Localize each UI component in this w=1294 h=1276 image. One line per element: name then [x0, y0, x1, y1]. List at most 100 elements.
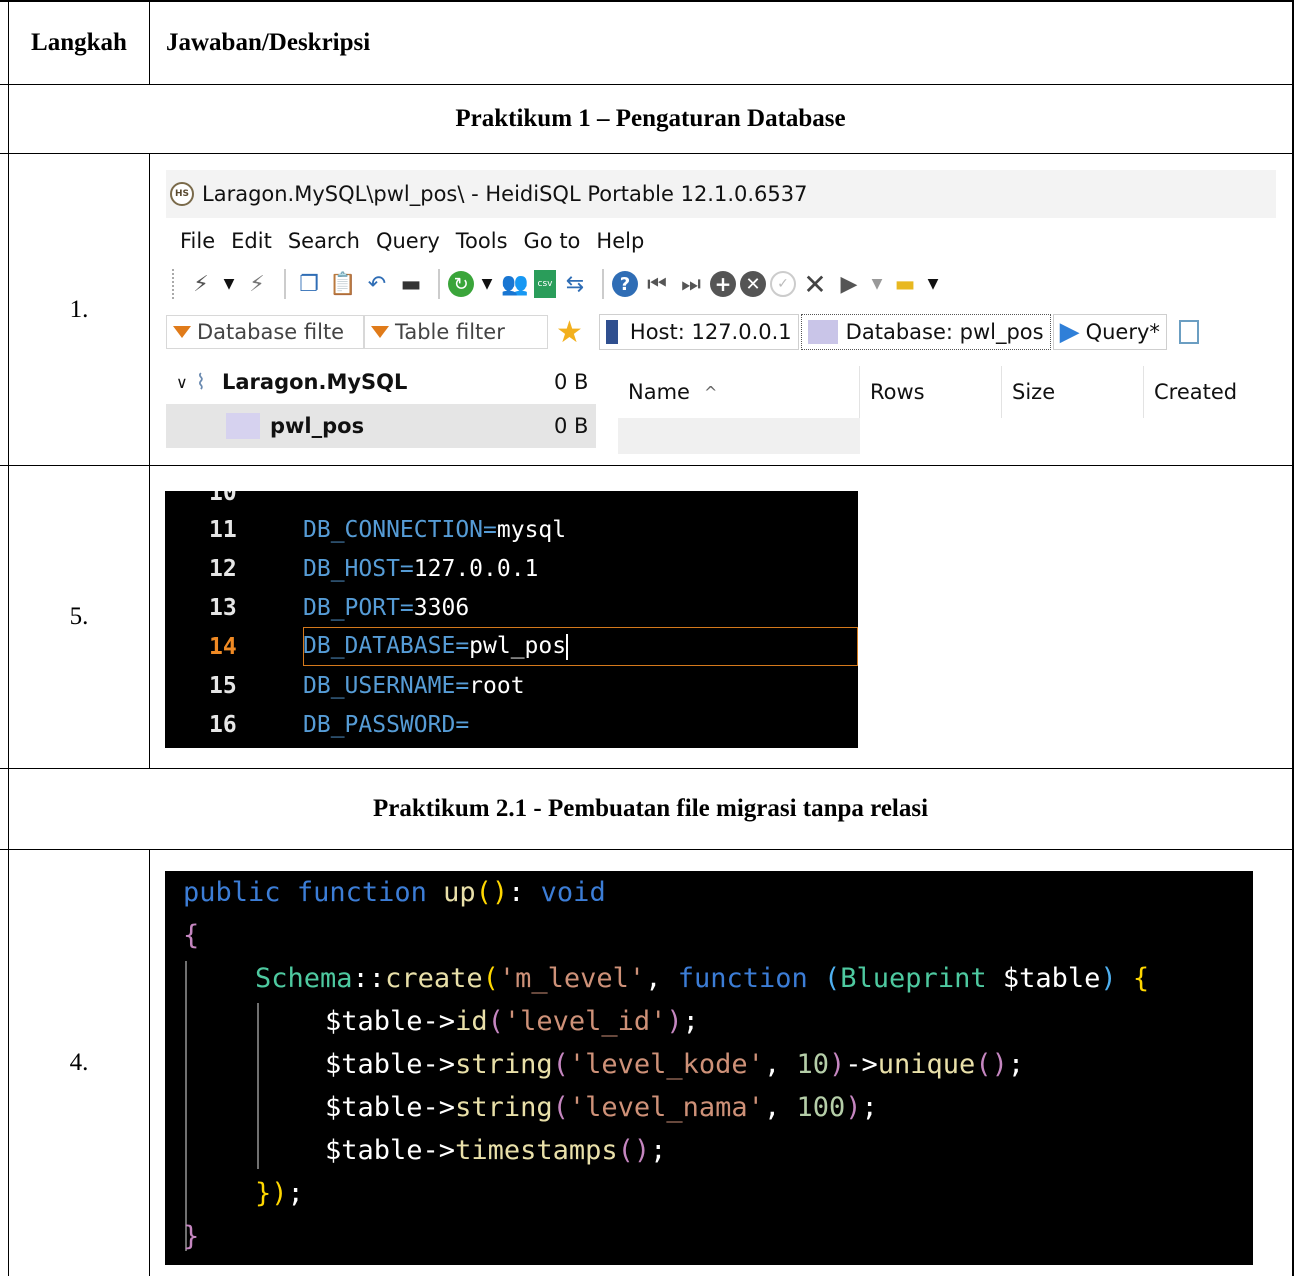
menu-tools[interactable]: Tools — [456, 229, 508, 253]
env-line: 16 DB_PASSWORD= — [165, 705, 858, 744]
transfer-icon[interactable]: ⇆ — [560, 269, 590, 299]
cancel-icon[interactable]: ✕ — [800, 268, 830, 301]
menu-edit[interactable]: Edit — [231, 229, 272, 253]
column-header-name[interactable]: Name ^ — [618, 366, 860, 418]
last-record-icon[interactable]: ⏭ — [676, 269, 706, 299]
env-key: DB_DATABASE= — [303, 633, 470, 660]
toolbar-separator — [284, 269, 286, 299]
env-value: mysql — [496, 516, 567, 543]
menu-goto[interactable]: Go to — [524, 229, 581, 253]
column-header-size[interactable]: Size — [1002, 366, 1144, 418]
code-line: $table -> id('level_id'); — [325, 1000, 699, 1043]
chevron-down-icon[interactable]: ▼ — [220, 269, 238, 299]
env-line: 13 DB_PORT=3306 — [165, 588, 858, 627]
line-number: 15 — [209, 672, 237, 699]
new-query-icon[interactable] — [1178, 320, 1199, 344]
tree-server-label: Laragon.MySQL — [221, 370, 408, 394]
php-code-screenshot: public function up(): void { Schema:: cre… — [165, 871, 1253, 1265]
code-token: () — [975, 1049, 1008, 1080]
disconnect-icon[interactable]: ⚡ — [242, 269, 272, 299]
step-number: 1. — [69, 295, 89, 323]
code-token: ) — [1100, 963, 1117, 994]
tree-item-server[interactable]: ∨ ⌇ Laragon.MySQL 0 B — [166, 360, 596, 404]
star-icon[interactable]: ★ — [556, 315, 583, 350]
menu-help[interactable]: Help — [596, 229, 644, 253]
code-token: :: — [352, 963, 386, 994]
window-titlebar: HS Laragon.MySQL\pwl_pos\ - HeidiSQL Por… — [166, 170, 1276, 218]
env-key: DB_PASSWORD= — [303, 711, 470, 738]
menu-search[interactable]: Search — [288, 229, 360, 253]
code-token: ; — [682, 1006, 699, 1037]
code-token: 'level_kode' — [568, 1049, 764, 1080]
export-csv-icon[interactable]: csv — [534, 270, 556, 298]
code-token: up — [443, 877, 476, 908]
code-token: , — [763, 1049, 797, 1080]
database-filter-input[interactable]: Database filte — [166, 315, 364, 349]
copy-icon[interactable]: ❐ — [294, 269, 324, 299]
user-manager-icon[interactable]: 👥 — [500, 269, 530, 299]
menubar: File Edit Search Query Tools Go to Help — [166, 224, 646, 258]
table-list-header: Name ^ Rows Size Created — [618, 366, 1276, 418]
column-rows-label: Rows — [870, 380, 925, 404]
connect-icon[interactable]: ⚡ — [186, 269, 216, 299]
column-created-label: Created — [1154, 380, 1238, 404]
header-description: Jawaban/Deskripsi — [166, 29, 371, 56]
help-icon[interactable]: ? — [612, 271, 638, 297]
code-token: ; — [287, 1178, 304, 1209]
code-token: ( — [552, 1092, 569, 1123]
undo-icon[interactable]: ↶ — [362, 269, 392, 299]
code-token: -> — [422, 1135, 456, 1166]
dolphin-icon: ⌇ — [195, 370, 206, 394]
menu-query[interactable]: Query — [376, 229, 440, 253]
apply-icon[interactable]: ✓ — [770, 271, 796, 297]
tab-database[interactable]: Database: pwl_pos — [800, 314, 1051, 350]
table-border — [0, 153, 1294, 154]
tab-query-label: Query* — [1085, 320, 1160, 344]
filter-icon — [173, 326, 191, 338]
code-line: $table -> string('level_kode', 10) -> unique… — [325, 1043, 1024, 1086]
tab-query[interactable]: ▶ Query* — [1052, 314, 1167, 350]
run-icon[interactable]: ▶ — [834, 269, 864, 299]
code-token: 10 — [796, 1049, 829, 1080]
heidisql-screenshot: HS Laragon.MySQL\pwl_pos\ - HeidiSQL Por… — [166, 170, 1276, 454]
code-token: ) — [845, 1092, 862, 1123]
column-header-rows[interactable]: Rows — [860, 366, 1002, 418]
code-line: $table -> string('level_nama', 100); — [325, 1086, 878, 1129]
code-token: ; — [650, 1135, 667, 1166]
tree-item-database[interactable]: pwl_pos 0 B — [166, 404, 596, 448]
filter-bar: Database filte Table filter ★ Host: 127.… — [166, 312, 1276, 352]
database-icon — [226, 413, 260, 439]
code-token: Blueprint — [840, 963, 987, 994]
code-token: 'level_nama' — [568, 1092, 764, 1123]
env-line: 10 — [165, 491, 858, 512]
chevron-down-icon[interactable]: ▼ — [478, 269, 496, 299]
section-title: Praktikum 2.1 - Pembuatan file migrasi t… — [372, 795, 929, 822]
add-icon[interactable]: + — [710, 271, 736, 297]
tab-host[interactable]: Host: 127.0.0.1 — [598, 314, 799, 350]
step-number: 4. — [69, 1049, 89, 1076]
column-header-created[interactable]: Created — [1144, 366, 1276, 418]
toolbar: ⚡ ▼ ⚡ ❐ 📋 ↶ ▬ ↻ ▼ 👥 csv ⇆ ? ⏮ ⏭ + ✕ ✓ ✕ … — [166, 262, 1276, 306]
toolbar-grip — [172, 269, 178, 299]
folder-icon[interactable]: ▬ — [890, 269, 920, 299]
paste-icon[interactable]: 📋 — [328, 269, 358, 299]
chevron-down-icon[interactable]: ∨ — [176, 373, 188, 392]
chevron-down-icon[interactable]: ▼ — [868, 269, 886, 299]
first-record-icon[interactable]: ⏮ — [642, 269, 672, 299]
database-icon — [807, 320, 838, 344]
tree-server-size: 0 B — [554, 370, 589, 394]
env-line: 12 DB_HOST=127.0.0.1 — [165, 549, 858, 588]
chevron-down-icon[interactable]: ▼ — [924, 269, 942, 299]
code-token: unique — [877, 1049, 976, 1080]
refresh-icon[interactable]: ↻ — [448, 271, 474, 297]
code-line: } — [183, 1215, 199, 1258]
section-title: Praktikum 1 – Pengaturan Database — [455, 105, 846, 132]
code-token: $table — [986, 963, 1101, 994]
window-title: Laragon.MySQL\pwl_pos\ - HeidiSQL Portab… — [202, 182, 808, 206]
table-filter-input[interactable]: Table filter — [364, 315, 548, 349]
remove-icon[interactable]: ✕ — [740, 271, 766, 297]
print-icon[interactable]: ▬ — [396, 269, 426, 299]
menu-file[interactable]: File — [180, 229, 215, 253]
code-token: ; — [861, 1092, 878, 1123]
code-token: ) — [271, 1178, 288, 1209]
